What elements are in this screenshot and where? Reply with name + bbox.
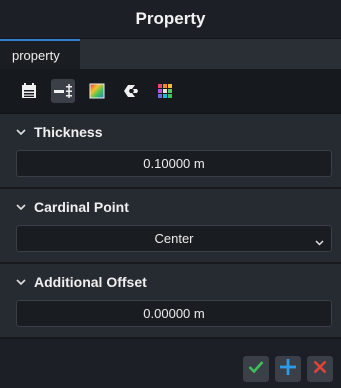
align-icon[interactable] [51,79,75,103]
cardinal-point-select[interactable]: Center [16,225,332,252]
thickness-section: Thickness 0.10000 m [0,114,341,189]
calendar-icon[interactable] [17,79,41,103]
thickness-value: 0.10000 m [143,156,205,171]
thickness-header[interactable]: Thickness [16,114,332,150]
select-chevron-icon [315,234,324,249]
plus-icon [280,358,296,380]
cardinal-point-section: Cardinal Point Center [0,189,341,264]
cardinal-point-label: Cardinal Point [34,199,129,215]
panel-title: Property [0,0,341,39]
cardinal-point-value: Center [154,231,194,246]
toolbar [0,69,341,114]
add-button[interactable] [275,356,301,382]
confirm-button[interactable] [243,356,269,382]
panel-title-text: Property [135,9,206,28]
chevron-down-icon [16,277,26,287]
check-icon [248,360,264,379]
footer-actions [0,350,341,388]
cardinal-point-header[interactable]: Cardinal Point [16,189,332,225]
additional-offset-section: Additional Offset 0.00000 m [0,264,341,339]
chevron-down-icon [16,127,26,137]
thickness-input[interactable]: 0.10000 m [16,150,332,177]
tab-property-label: property [12,47,60,63]
additional-offset-value: 0.00000 m [143,306,205,321]
tab-bar: property [0,39,341,69]
chevron-down-icon [16,202,26,212]
close-icon [313,360,327,379]
logo-c-icon[interactable] [119,79,143,103]
additional-offset-label: Additional Offset [34,274,147,290]
tab-bar-fill [80,39,341,69]
tab-property[interactable]: property [0,39,80,69]
additional-offset-input[interactable]: 0.00000 m [16,300,332,327]
additional-offset-header[interactable]: Additional Offset [16,264,332,300]
color-grid-icon[interactable] [153,79,177,103]
cancel-button[interactable] [307,356,333,382]
color-picture-icon[interactable] [85,79,109,103]
thickness-label: Thickness [34,124,103,140]
